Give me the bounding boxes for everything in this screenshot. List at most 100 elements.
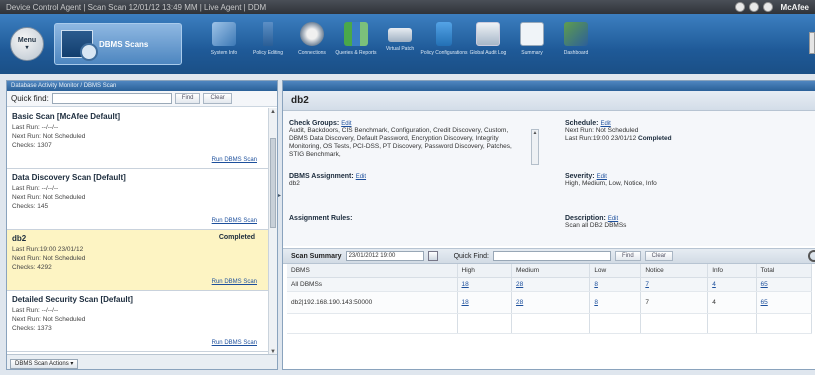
scan-actions-dropdown[interactable]: DBMS Scan Actions ▾ xyxy=(10,359,79,369)
medium-count-link[interactable]: 28 xyxy=(511,277,591,292)
calendar-icon[interactable] xyxy=(427,251,438,261)
schedule-label: Schedule: Edit xyxy=(565,120,672,127)
table-row[interactable]: All DBMSs 18 28 8 7 4 65 xyxy=(287,277,813,292)
empty-cell xyxy=(589,313,642,334)
empty-cell xyxy=(640,313,709,334)
medium-count-link[interactable]: 28 xyxy=(511,291,591,314)
menu-button[interactable]: Menu ▾ xyxy=(10,27,44,61)
description-value: Scan all DB2 DBMSs xyxy=(565,222,627,229)
check-groups-label-text: Check Groups: xyxy=(289,120,340,127)
scan-next-run: Next Run: Not Scheduled xyxy=(12,194,86,201)
maximize-button[interactable] xyxy=(748,2,759,12)
schedule-label-text: Schedule: xyxy=(565,120,599,127)
tool-policy-editing[interactable]: Policy Editing xyxy=(246,18,290,70)
tool-policy-config[interactable]: Policy Configurations xyxy=(420,18,468,70)
summary-date-select[interactable]: 23/01/2012 19:00 xyxy=(345,251,424,261)
tool-audit-log[interactable]: Global Audit Log xyxy=(466,18,510,70)
column-header[interactable]: DBMS xyxy=(287,264,458,278)
tool-list: System Info Policy Editing Connections Q… xyxy=(202,18,598,70)
scrollbar-thumb[interactable] xyxy=(270,138,276,228)
table-row[interactable]: db2|192.168.190.143:50000 18 28 8 7 4 65 xyxy=(287,291,813,314)
check-groups-field: Check Groups: Edit Audit, Backdoors, CIS … xyxy=(289,120,541,170)
tool-system-info[interactable]: System Info xyxy=(202,18,246,70)
dbms-cell: db2|192.168.190.143:50000 xyxy=(287,291,458,314)
schedule-next: Next Run: Not Scheduled xyxy=(565,127,639,134)
tool-virtual-patch[interactable]: Virtual Patch xyxy=(378,18,422,70)
total-count-link[interactable]: 65 xyxy=(756,277,813,292)
column-header[interactable]: Notice xyxy=(640,264,709,278)
ribbon-scroll-handle[interactable] xyxy=(809,32,815,54)
audit-log-icon xyxy=(476,22,500,46)
close-button[interactable] xyxy=(762,2,773,12)
check-groups-scrollbar[interactable]: ▲ xyxy=(531,129,539,165)
run-scan-link[interactable]: Run DBMS Scan xyxy=(212,218,257,224)
info-count-link[interactable]: 4 xyxy=(707,277,757,292)
reports-icon xyxy=(344,22,368,46)
high-count-link[interactable]: 18 xyxy=(457,277,513,292)
summary-quick-find-input[interactable] xyxy=(493,251,611,261)
dashboard-icon xyxy=(564,22,588,46)
high-count-link[interactable]: 18 xyxy=(457,291,513,314)
column-header[interactable]: High xyxy=(457,264,513,278)
schedule-field: Schedule: Edit Next Run: Not Scheduled La… xyxy=(565,120,672,143)
scroll-up-icon[interactable]: ▲ xyxy=(269,108,277,116)
schedule-last: Last Run:19:00 23/01/12 Completed xyxy=(565,135,672,143)
low-count-link[interactable]: 8 xyxy=(589,277,642,292)
edit-assignment-link[interactable]: Edit xyxy=(356,174,366,180)
total-count-link[interactable]: 65 xyxy=(756,291,813,314)
menu-label: Menu xyxy=(17,37,37,44)
summary-clear-button[interactable]: Clear xyxy=(644,251,674,261)
scroll-up-icon[interactable]: ▲ xyxy=(532,130,538,136)
column-header[interactable]: Low xyxy=(589,264,642,278)
column-header[interactable]: Info xyxy=(707,264,757,278)
quick-find-input[interactable] xyxy=(51,93,172,104)
empty-cell xyxy=(511,313,591,334)
find-button[interactable]: Find xyxy=(174,93,201,104)
chevron-down-icon: ▾ xyxy=(25,45,29,51)
column-header[interactable]: Total xyxy=(756,264,813,278)
tool-label: Policy Configurations xyxy=(420,50,468,56)
schedule-status: Completed xyxy=(638,135,672,142)
check-groups-value: Audit, Backdoors, CIS Benchmark, Configu… xyxy=(289,127,512,158)
scan-last-run: Last Run:19:00 23/01/12 xyxy=(12,246,84,253)
tool-label: Policy Editing xyxy=(252,50,283,56)
scan-item[interactable]: Data Discovery Scan [Default] Last Run: … xyxy=(7,169,269,230)
quick-find-label: Quick find: xyxy=(11,94,49,103)
dbms-cell: All DBMSs xyxy=(287,277,458,292)
run-scan-link[interactable]: Run DBMS Scan xyxy=(212,157,257,163)
summary-find-button[interactable]: Find xyxy=(615,251,641,261)
table-row-empty xyxy=(287,313,813,334)
scan-next-run: Next Run: Not Scheduled xyxy=(12,316,86,323)
scan-last-run: Last Run: --/--/-- xyxy=(12,185,59,192)
scan-checks: Checks: 1307 xyxy=(12,142,52,149)
summary-quick-find-label: Quick Find: xyxy=(453,252,489,260)
tool-dashboard[interactable]: Dashboard xyxy=(554,18,598,70)
scan-item[interactable]: Basic Scan [McAfee Default] Last Run: --… xyxy=(7,108,269,169)
scan-name: Detailed Security Scan [Default] xyxy=(12,295,133,304)
scan-detail-title: db2 xyxy=(283,91,815,111)
refresh-icon[interactable] xyxy=(808,250,815,262)
scan-detail-fields: Check Groups: Edit Audit, Backdoors, CIS … xyxy=(283,111,815,246)
info-count: 4 xyxy=(707,291,757,314)
scan-last-run: Last Run: --/--/-- xyxy=(12,124,59,131)
scan-summary-bar: Scan Summary 23/01/2012 19:00 Quick Find… xyxy=(283,248,815,264)
scan-item[interactable]: Detailed Security Scan [Default] Last Ru… xyxy=(7,291,269,352)
column-header[interactable]: Medium xyxy=(511,264,591,278)
run-scan-link[interactable]: Run DBMS Scan xyxy=(212,279,257,285)
minimize-button[interactable] xyxy=(734,2,745,12)
assignment-rules-field: Assignment Rules: xyxy=(289,215,352,222)
notice-count-link[interactable]: 7 xyxy=(640,277,709,292)
scan-item-selected[interactable]: db2 Completed Last Run:19:00 23/01/12 Ne… xyxy=(7,230,269,291)
scan-checks: Checks: 145 xyxy=(12,203,49,210)
tool-summary[interactable]: Summary xyxy=(510,18,554,70)
dbms-scans-tool[interactable]: DBMS Scans xyxy=(54,23,182,65)
clear-button[interactable]: Clear xyxy=(203,93,232,104)
run-scan-link[interactable]: Run DBMS Scan xyxy=(212,340,257,346)
empty-cell xyxy=(756,313,813,334)
tool-connections[interactable]: Connections xyxy=(290,18,334,70)
tool-reports[interactable]: Queries & Reports xyxy=(334,18,378,70)
low-count-link[interactable]: 8 xyxy=(589,291,642,314)
summary-icon xyxy=(520,22,544,46)
scan-list-scrollbar[interactable]: ▲ ▼ xyxy=(268,108,277,356)
ribbon-toolbar: Menu ▾ DBMS Scans System Info Policy Edi… xyxy=(0,14,815,74)
